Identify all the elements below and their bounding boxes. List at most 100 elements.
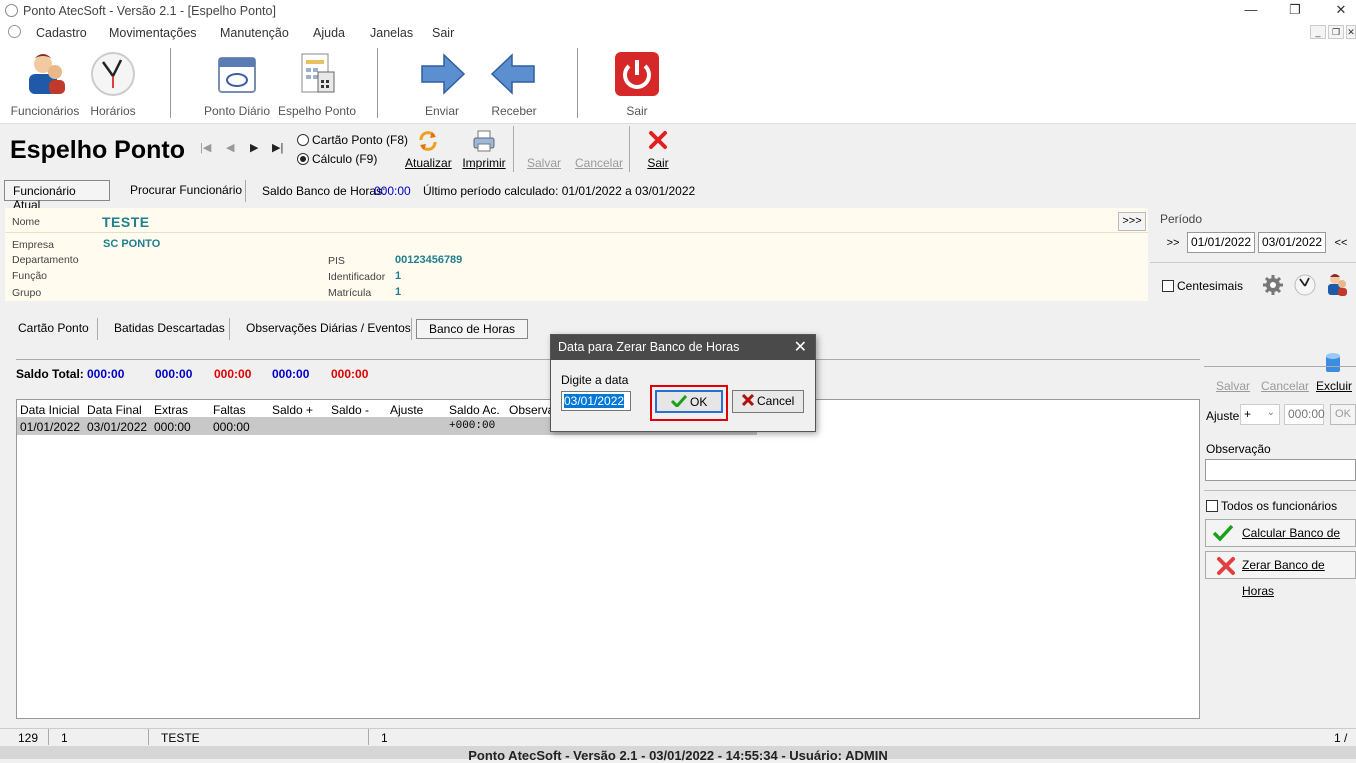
dialog-date-field[interactable]: 03/01/2022: [561, 391, 631, 411]
nav-last-icon[interactable]: ▶|: [272, 141, 283, 154]
saldo-total-label: Saldo Total:: [16, 367, 84, 381]
clock-icon[interactable]: [1293, 273, 1317, 297]
column-header[interactable]: Data Inicial: [20, 403, 79, 417]
column-header[interactable]: Data Final: [87, 403, 142, 417]
more-info-button[interactable]: >>>: [1118, 212, 1146, 231]
employees-icon: [29, 54, 65, 94]
dialog-title: Data para Zerar Banco de Horas: [551, 335, 815, 360]
saldo-banco-label: Saldo Banco de Horas:: [262, 184, 386, 198]
subtab-batidas-descartadas[interactable]: Batidas Descartadas: [114, 321, 225, 335]
nav-next-icon[interactable]: ▶: [250, 141, 258, 154]
menu-janelas[interactable]: Janelas: [370, 26, 413, 40]
ajuste-time-field[interactable]: 000:00: [1284, 404, 1325, 425]
imprimir-button[interactable]: Imprimir: [462, 128, 506, 172]
ponto-diario-button[interactable]: Ponto Diário: [203, 42, 271, 122]
arrow-left-icon: [490, 53, 535, 95]
saldo-total-value: 000:00: [331, 367, 369, 381]
printer-icon: [473, 130, 495, 152]
todos-funcionarios-checkbox[interactable]: Todos os funcionários: [1206, 499, 1337, 513]
nav-prev-icon[interactable]: ◀: [226, 141, 234, 154]
status-record-count: 129: [18, 731, 39, 745]
dialog-close-button[interactable]: ✕: [794, 337, 807, 357]
atualizar-button[interactable]: Atualizar: [405, 128, 452, 172]
departamento-label: Departamento: [12, 254, 79, 266]
todos-funcionarios-label: Todos os funcionários: [1221, 499, 1338, 513]
minimize-button[interactable]: —: [1241, 2, 1261, 20]
espelho-ponto-label: Espelho Ponto: [278, 104, 357, 118]
arrow-right-icon: [421, 53, 466, 95]
radio-calculo[interactable]: Cálculo (F9): [297, 152, 377, 166]
menu-cadastro[interactable]: Cadastro: [36, 26, 87, 40]
table-cell: +000:00: [449, 420, 496, 432]
check-icon: [1212, 524, 1234, 542]
status-separator: [48, 729, 49, 745]
menu-ajuda[interactable]: Ajuda: [313, 26, 345, 40]
column-header[interactable]: Faltas: [213, 403, 246, 417]
ajuste-ok-button[interactable]: OK: [1330, 404, 1356, 425]
receber-button[interactable]: Receber: [483, 42, 545, 122]
periodo-start-field[interactable]: 01/01/2022: [1187, 232, 1255, 253]
column-header[interactable]: Saldo -: [331, 403, 369, 417]
tab-funcionario-atual[interactable]: Funcionário Atual: [4, 180, 110, 212]
espelho-ponto-button[interactable]: Espelho Ponto: [278, 42, 357, 122]
ajuste-sign-select[interactable]: + ⌄: [1240, 404, 1280, 425]
nav-first-icon[interactable]: |◀: [200, 141, 211, 154]
cancelar-label: Cancelar: [574, 156, 624, 170]
mdi-minimize-button[interactable]: _: [1310, 25, 1326, 39]
periodo-prev-button[interactable]: >>: [1162, 233, 1184, 254]
column-header[interactable]: Saldo +: [272, 403, 313, 417]
dialog-ok-label: OK: [690, 395, 708, 409]
subtab-cartao-ponto[interactable]: Cartão Ponto: [18, 321, 89, 335]
column-header[interactable]: Observa: [509, 403, 554, 417]
rp-salvar-button[interactable]: Salvar: [1216, 379, 1250, 393]
matricula-label: Matrícula: [328, 287, 372, 299]
dialog-cancel-label: Cancel: [756, 394, 795, 408]
periodo-end-field[interactable]: 03/01/2022: [1258, 232, 1326, 253]
pis-label: PIS: [328, 255, 345, 267]
funcionarios-label: Funcionários: [10, 104, 80, 118]
radio-cartao-label: Cartão Ponto (F8): [312, 133, 409, 147]
menu-manutencao[interactable]: Manutenção: [220, 26, 289, 40]
dialog-ok-button[interactable]: OK: [655, 390, 723, 413]
menu-sair[interactable]: Sair: [432, 26, 454, 40]
zerar-banco-button[interactable]: Zerar Banco de Horas: [1205, 551, 1356, 598]
toolbar-separator: [577, 48, 578, 118]
dialog-cancel-button[interactable]: Cancel: [732, 390, 804, 413]
restore-button[interactable]: ❐: [1285, 2, 1305, 20]
cancelar-button[interactable]: Cancelar: [574, 128, 624, 172]
menu-movimentacoes[interactable]: Movimentações: [109, 26, 197, 40]
status-bar: [0, 728, 1356, 746]
right-divider: [1204, 490, 1356, 491]
banco-horas-grid[interactable]: [16, 399, 1200, 719]
column-header[interactable]: Extras: [154, 403, 188, 417]
employees-icon[interactable]: [1324, 272, 1348, 296]
subtab-observacoes[interactable]: Observações Diárias / Eventos: [246, 321, 411, 335]
sair-header-label: Sair: [647, 156, 669, 170]
centesimais-checkbox[interactable]: Centesimais: [1162, 279, 1243, 293]
gear-icon[interactable]: [1262, 274, 1284, 296]
sair-button[interactable]: Sair: [607, 42, 667, 122]
saldo-total-value: 000:00: [87, 367, 125, 381]
rp-excluir-button[interactable]: Excluir: [1316, 379, 1352, 393]
tab-procurar-funcionario[interactable]: Procurar Funcionário: [122, 180, 250, 201]
observacao-field[interactable]: [1205, 459, 1356, 481]
horarios-button[interactable]: Horários: [83, 42, 143, 122]
rp-cancelar-button[interactable]: Cancelar: [1261, 379, 1309, 393]
salvar-button[interactable]: Salvar: [524, 128, 564, 172]
nome-value: TESTE: [102, 214, 150, 230]
mdi-restore-button[interactable]: ❐: [1328, 25, 1344, 39]
table-cell: 01/01/2022: [20, 420, 81, 434]
info-divider: [5, 232, 1148, 233]
calcular-banco-button[interactable]: Calcular Banco de Horas: [1205, 519, 1356, 566]
subtab-banco-de-horas[interactable]: Banco de Horas: [416, 319, 529, 339]
radio-cartao-ponto[interactable]: Cartão Ponto (F8): [297, 133, 408, 147]
periodo-next-button[interactable]: <<: [1330, 233, 1352, 254]
mdi-close-button[interactable]: ✕: [1346, 25, 1356, 39]
column-header[interactable]: Saldo Ac.: [449, 403, 500, 417]
enviar-button[interactable]: Enviar: [412, 42, 472, 122]
identificador-label: Identificador: [328, 271, 386, 283]
column-header[interactable]: Ajuste: [390, 403, 423, 417]
sair-header-button[interactable]: Sair: [642, 128, 674, 172]
close-button[interactable]: ✕: [1331, 2, 1351, 20]
funcionarios-button[interactable]: Funcionários: [10, 42, 80, 122]
